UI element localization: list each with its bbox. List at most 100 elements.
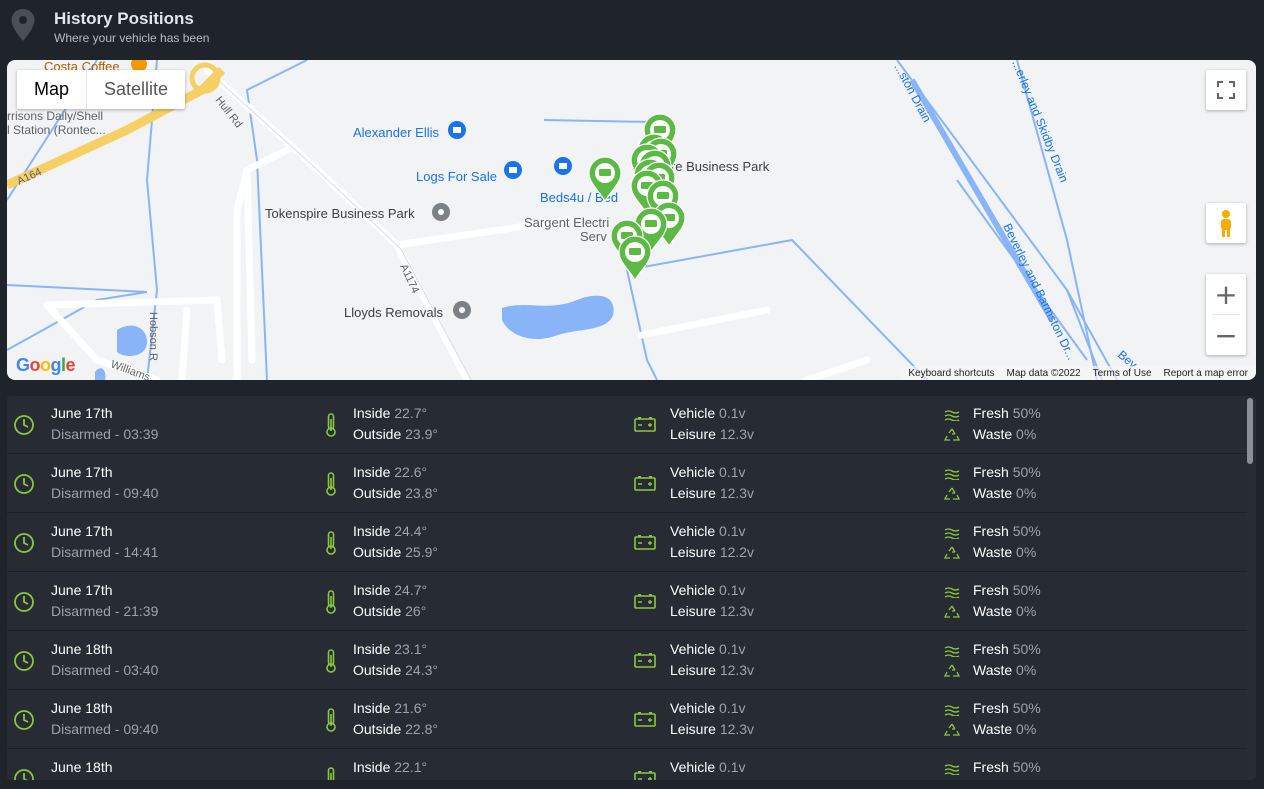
- map-type-map-button[interactable]: Map: [17, 70, 88, 109]
- leisure-battery: Leisure 12.3v: [670, 424, 754, 445]
- leisure-battery-value: 12.3v: [719, 426, 755, 442]
- map-label-lloyds: Lloyds Removals: [344, 305, 443, 320]
- inside-temp: Inside 23.1°: [353, 639, 427, 660]
- terms-of-use-link[interactable]: Terms of Use: [1093, 368, 1152, 379]
- row-status-text: Disarmed - 21:39: [51, 603, 159, 619]
- clock-icon: [13, 591, 35, 618]
- row-date-text: June 18th: [51, 700, 113, 716]
- history-row[interactable]: June 17th Disarmed - 03:39 Inside 22.7° Out…: [7, 396, 1247, 454]
- vehicle-battery-value: 0.1v: [719, 582, 746, 598]
- fresh-water: Fresh 50%: [973, 462, 1041, 483]
- history-row[interactable]: June 17th Disarmed - 14:41 Inside 24.4° Out…: [7, 514, 1247, 572]
- inside-temp-label: Inside: [353, 700, 391, 716]
- map-label-skidby: ...erley and Skidby Drain: [1009, 60, 1071, 184]
- vehicle-battery: Vehicle 0.1v: [670, 462, 746, 483]
- map-label-tokenspire: Tokenspire Business Park: [265, 206, 415, 221]
- zoom-in-button[interactable]: +: [1206, 274, 1246, 314]
- report-map-error-link[interactable]: Report a map error: [1164, 368, 1248, 379]
- map-label-a164: A164: [15, 166, 43, 188]
- waste-water-label: Waste: [973, 662, 1013, 678]
- history-row[interactable]: June 18th Disarmed - 09:40 Inside 21.6° Out…: [7, 691, 1247, 749]
- map-type-satellite-button[interactable]: Satellite: [87, 70, 185, 109]
- row-status: Disarmed - 09:40: [51, 719, 158, 740]
- vehicle-marker[interactable]: [618, 235, 652, 282]
- vehicle-battery-label: Vehicle: [670, 641, 716, 657]
- clock-icon: [13, 768, 35, 780]
- outside-temp: Outside 22.8°: [353, 719, 438, 740]
- waste-water: Waste 0%: [973, 719, 1036, 740]
- fresh-water-label: Fresh: [973, 464, 1009, 480]
- clock-icon: [13, 650, 35, 677]
- row-status-text: Disarmed - 09:40: [51, 721, 159, 737]
- waste-water-value: 0%: [1016, 485, 1037, 501]
- water-waves-icon: [944, 526, 960, 544]
- history-row[interactable]: June 17th Disarmed - 21:39 Inside 24.7° Out…: [7, 573, 1247, 631]
- map-canvas[interactable]: Costa Coffee rrisons Daily/Shell l Stati…: [7, 60, 1256, 380]
- keyboard-shortcuts-link[interactable]: Keyboard shortcuts: [908, 368, 994, 379]
- map-label-serv: Serv: [580, 229, 607, 244]
- vehicle-battery-value: 0.1v: [719, 523, 746, 539]
- vehicle-battery-label: Vehicle: [670, 700, 716, 716]
- row-status: Disarmed - 03:40: [51, 660, 158, 681]
- map-label-station: l Station (Rontec...: [7, 123, 106, 137]
- fullscreen-button[interactable]: [1206, 70, 1246, 110]
- battery-icon: [634, 711, 656, 732]
- fresh-water-value: 50%: [1012, 759, 1041, 775]
- history-list[interactable]: June 17th Disarmed - 03:39 Inside 22.7° Out…: [7, 396, 1256, 780]
- history-map[interactable]: Costa Coffee rrisons Daily/Shell l Stati…: [7, 60, 1256, 380]
- vehicle-battery-value: 0.1v: [719, 405, 746, 421]
- waste-water-label: Waste: [973, 544, 1013, 560]
- history-row[interactable]: June 18th Disarmed - 03:40 Inside 23.1° Out…: [7, 632, 1247, 690]
- waste-water-label: Waste: [973, 485, 1013, 501]
- battery-icon: [634, 770, 656, 780]
- outside-temp: Outside 23.8°: [353, 483, 438, 504]
- inside-temp-value: 21.6°: [394, 700, 428, 716]
- inside-temp-label: Inside: [353, 405, 391, 421]
- list-scrollbar[interactable]: [1247, 398, 1253, 464]
- fresh-water-value: 50%: [1012, 464, 1041, 480]
- vehicle-battery: Vehicle 0.1v: [670, 580, 746, 601]
- waste-water-value: 0%: [1016, 603, 1037, 619]
- recycle-icon: [943, 428, 961, 448]
- vehicle-position-markers[interactable]: [588, 113, 686, 282]
- outside-temp-label: Outside: [353, 603, 402, 619]
- outside-temp-label: Outside: [353, 544, 402, 560]
- waste-water: Waste 0%: [973, 483, 1036, 504]
- row-status: Disarmed - 09:40: [51, 483, 158, 504]
- outside-temp-value: 23.9°: [405, 426, 438, 442]
- leisure-battery-label: Leisure: [670, 603, 716, 619]
- leisure-battery-value: 12.2v: [719, 544, 755, 560]
- row-status-text: Disarmed - 03:39: [51, 426, 159, 442]
- row-date: June 18th: [51, 639, 113, 660]
- zoom-out-button[interactable]: −: [1206, 315, 1246, 355]
- outside-temp-value: 26°: [405, 603, 427, 619]
- map-label-williams: Williams: [109, 359, 152, 380]
- outside-temp-label: Outside: [353, 426, 402, 442]
- clock-icon: [13, 414, 35, 441]
- inside-temp-value: 22.6°: [394, 464, 428, 480]
- outside-temp-label: Outside: [353, 485, 402, 501]
- water-waves-icon: [944, 585, 960, 603]
- battery-icon: [634, 534, 656, 555]
- history-row[interactable]: June 17th Disarmed - 09:40 Inside 22.6° Out…: [7, 455, 1247, 513]
- history-row[interactable]: June 18th Inside 22.1° Vehicle 0.1v Fresh…: [7, 750, 1247, 780]
- row-date-text: June 17th: [51, 582, 113, 598]
- leisure-battery-label: Leisure: [670, 426, 716, 442]
- fresh-water: Fresh 50%: [973, 521, 1041, 542]
- fresh-water-value: 50%: [1012, 523, 1041, 539]
- outside-temp-label: Outside: [353, 721, 402, 737]
- page-header: History Positions Where your vehicle has…: [0, 0, 1264, 58]
- inside-temp: Inside 21.6°: [353, 698, 427, 719]
- vehicle-battery-label: Vehicle: [670, 759, 716, 775]
- inside-temp-value: 22.7°: [394, 405, 428, 421]
- fresh-water: Fresh 50%: [973, 580, 1041, 601]
- leisure-battery-label: Leisure: [670, 721, 716, 737]
- leisure-battery: Leisure 12.3v: [670, 601, 754, 622]
- clock-icon: [13, 709, 35, 736]
- waste-water-value: 0%: [1016, 721, 1037, 737]
- row-date: June 17th: [51, 580, 113, 601]
- inside-temp-value: 23.1°: [394, 641, 428, 657]
- vehicle-battery: Vehicle 0.1v: [670, 639, 746, 660]
- street-view-button[interactable]: [1206, 203, 1246, 243]
- outside-temp-value: 22.8°: [405, 721, 438, 737]
